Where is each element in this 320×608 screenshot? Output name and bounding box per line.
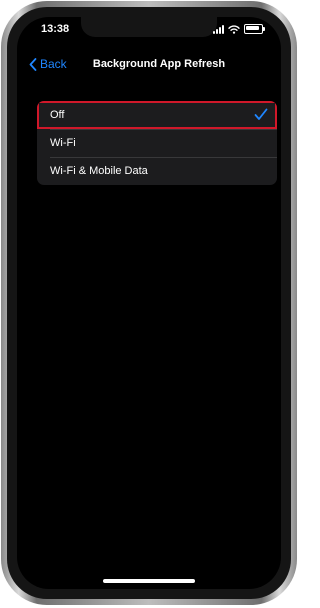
phone-screen: 13:38 Back Background App Refresh Off Wi… [17, 17, 281, 589]
option-label: Wi-Fi & Mobile Data [50, 165, 148, 177]
status-icons [213, 23, 265, 34]
phone-frame: 13:38 Back Background App Refresh Off Wi… [1, 1, 297, 605]
option-label: Wi-Fi [50, 137, 76, 149]
checkmark-icon [254, 108, 268, 120]
options-list: Off Wi-Fi Wi-Fi & Mobile Data [37, 101, 277, 185]
wifi-icon [228, 25, 240, 34]
notch [81, 17, 217, 37]
status-time: 13:38 [41, 23, 70, 35]
navigation-bar: Back Background App Refresh [17, 53, 281, 79]
home-indicator[interactable] [103, 579, 195, 583]
phone-bezel: 13:38 Back Background App Refresh Off Wi… [7, 7, 291, 599]
option-label: Off [50, 109, 65, 121]
option-off[interactable]: Off [37, 101, 277, 129]
page-title: Background App Refresh [92, 58, 226, 70]
option-wifi[interactable]: Wi-Fi [37, 129, 277, 157]
option-wifi-mobile-data[interactable]: Wi-Fi & Mobile Data [37, 157, 277, 185]
battery-icon [244, 24, 265, 34]
cellular-signal-icon [213, 25, 224, 34]
